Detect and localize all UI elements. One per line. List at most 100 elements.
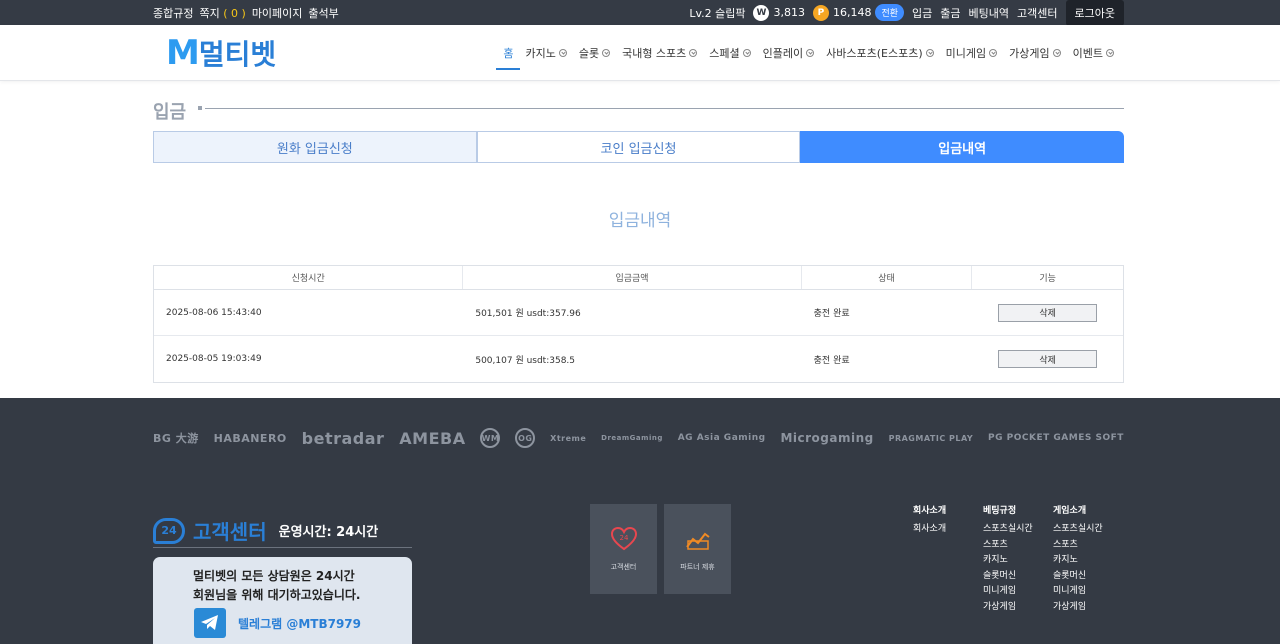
nav-special[interactable]: 스페셜 xyxy=(709,25,751,81)
table-row: 2025-08-05 19:03:49 500,107 원 usdt:358.5… xyxy=(154,336,1123,382)
delete-button[interactable]: 삭제 xyxy=(998,303,1098,322)
column-header-amount: 입금금액 xyxy=(463,266,802,289)
chevron-down-icon xyxy=(558,49,567,57)
footer-link[interactable]: 스포츠 xyxy=(983,537,1033,553)
footer-link[interactable]: 스포츠실시간 xyxy=(983,521,1033,537)
mypage-link[interactable]: 마이페이지 xyxy=(252,5,303,21)
tab-coin-deposit[interactable]: 코인 입금신청 xyxy=(476,131,801,163)
logout-button[interactable]: 로그아웃 xyxy=(1065,0,1124,26)
nav-casino[interactable]: 카지노 xyxy=(525,25,567,81)
nav-label: 스페셜 xyxy=(709,47,740,60)
tab-deposit-history[interactable]: 입금내역 xyxy=(800,131,1125,163)
footer-link[interactable]: 슬롯머신 xyxy=(983,568,1033,584)
customer-center-divider xyxy=(153,547,412,548)
footer-link[interactable]: 슬롯머신 xyxy=(1053,568,1103,584)
support-heart-icon: 24 xyxy=(610,526,637,552)
nav-domestic-sports[interactable]: 국내형 스포츠 xyxy=(622,25,698,81)
deposit-link[interactable]: 입금 xyxy=(912,5,932,21)
footer-partner-label: 파트너 제휴 xyxy=(680,563,715,571)
provider-logo-bg: BG 大游 xyxy=(153,432,199,445)
chevron-down-icon xyxy=(1052,49,1061,57)
p-points-value: 16,148 xyxy=(832,6,872,19)
nav-minigame[interactable]: 미니게임 xyxy=(946,25,998,81)
provider-logo-xtreme: Xtreme xyxy=(550,433,587,443)
logo-text: 멀티벳 xyxy=(198,38,277,71)
chevron-down-icon xyxy=(742,49,751,57)
footer-link[interactable]: 가상게임 xyxy=(983,599,1033,615)
support-link[interactable]: 고객센터 xyxy=(1017,5,1057,21)
main-nav: 홈 카지노 슬롯 국내형 스포츠 스페셜 인플레이 사바스포츠(E스포츠) 미니… xyxy=(496,25,1114,81)
table-row: 2025-08-06 15:43:40 501,501 원 usdt:357.9… xyxy=(154,290,1123,336)
footer-column-rules: 베팅규정 스포츠실시간 스포츠 카지노 슬롯머신 미니게임 가상게임 xyxy=(983,503,1033,614)
footer-partner-button[interactable]: 파트너 제휴 xyxy=(664,504,731,594)
w-points: W 3,813 xyxy=(753,4,805,21)
footer-support-label: 고객센터 xyxy=(610,563,637,571)
logo-mark: M xyxy=(166,33,200,73)
provider-logo-wm: WM xyxy=(480,428,501,448)
cell-amount: 500,107 원 usdt:358.5 xyxy=(475,355,576,366)
provider-logo-ameba: AMEBA xyxy=(399,428,466,448)
column-header-action: 기능 xyxy=(1039,274,1056,284)
chevron-down-icon xyxy=(689,49,698,57)
provider-logos: BG 大游 HABANERO betradar AMEBA WM OG Xtre… xyxy=(153,426,1124,450)
telegram-link[interactable]: 텔레그램 @MTB7979 xyxy=(238,615,361,632)
provider-logo-habanero: HABANERO xyxy=(213,431,287,445)
chevron-down-icon xyxy=(602,49,611,57)
nav-event[interactable]: 이벤트 xyxy=(1073,25,1114,81)
top-bar-right: Lv.2 슬립팍 W 3,813 P 16,148 전환 입금 출금 베팅내역 … xyxy=(689,0,1124,26)
nav-inplay[interactable]: 인플레이 xyxy=(762,25,815,81)
provider-logo-og: OG xyxy=(515,428,536,448)
footer-link[interactable]: 미니게임 xyxy=(983,583,1033,599)
telegram-icon[interactable] xyxy=(194,608,226,638)
column-header-time: 신청시간 xyxy=(154,266,464,289)
chevron-down-icon xyxy=(1106,49,1114,57)
chevron-down-icon xyxy=(925,49,934,57)
betting-history-link[interactable]: 베팅내역 xyxy=(969,5,1009,21)
cell-status: 충전 완료 xyxy=(813,309,850,319)
nav-label: 인플레이 xyxy=(762,47,804,60)
w-coin-icon: W xyxy=(753,4,770,21)
provider-logo-pg: PG POCKET GAMES SOFT xyxy=(988,433,1124,443)
customer-center-box: 멀티벳의 모든 상담원은 24시간 회원님을 위해 대기하고있습니다. 텔레그램… xyxy=(153,557,412,644)
attendance-link[interactable]: 출석부 xyxy=(308,5,338,21)
delete-button[interactable]: 삭제 xyxy=(998,350,1098,368)
customer-center-title: 고객센터 xyxy=(193,520,267,544)
withdraw-link[interactable]: 출금 xyxy=(940,5,960,21)
footer-link[interactable]: 회사소개 xyxy=(913,521,946,537)
cell-time: 2025-08-05 19:03:49 xyxy=(166,354,262,364)
main-header: M 멀티벳 홈 카지노 슬롯 국내형 스포츠 스페셜 인플레이 사바스포츠(E스… xyxy=(0,25,1280,81)
top-bar: 종합규정 쪽지 ( 0 ) 마이페이지 출석부 Lv.2 슬립팍 W 3,813… xyxy=(0,0,1280,26)
deposit-history-table: 신청시간 입금금액 상태 기능 2025-08-06 15:43:40 501,… xyxy=(153,265,1124,383)
nav-virtual-game[interactable]: 가상게임 xyxy=(1009,25,1061,81)
provider-logo-pragmatic: PRAGMATIC PLAY xyxy=(888,433,974,443)
support-24-icon: 24 xyxy=(153,517,185,544)
provider-logo-ag: AG Asia Gaming xyxy=(677,433,766,443)
nav-saba-sports[interactable]: 사바스포츠(E스포츠) xyxy=(826,25,934,81)
footer-column-title: 게임소개 xyxy=(1053,506,1087,516)
tab-krw-deposit[interactable]: 원화 입금신청 xyxy=(153,131,477,163)
footer-link[interactable]: 가상게임 xyxy=(1053,599,1103,615)
convert-button[interactable]: 전환 xyxy=(875,4,905,21)
divider-dot xyxy=(198,106,202,110)
provider-logo-betradar: betradar xyxy=(301,428,385,448)
footer-link[interactable]: 카지노 xyxy=(1053,552,1103,568)
messages-link[interactable]: 쪽지 ( 0 ) xyxy=(199,5,245,21)
cs-message-line2: 회원님을 위해 대기하고있습니다. xyxy=(193,588,361,602)
footer-column-title: 베팅규정 xyxy=(983,506,1017,516)
footer-link[interactable]: 미니게임 xyxy=(1053,583,1103,599)
user-level: Lv.2 슬립팍 xyxy=(689,6,746,20)
footer-support-button[interactable]: 24 고객센터 xyxy=(590,504,657,594)
footer-column-company: 회사소개 회사소개 xyxy=(913,503,946,537)
footer-column-games: 게임소개 스포츠실시간 스포츠 카지노 슬롯머신 미니게임 가상게임 xyxy=(1053,503,1103,614)
nav-slot[interactable]: 슬롯 xyxy=(578,25,611,81)
nav-label: 이벤트 xyxy=(1072,47,1103,60)
nav-label: 사바스포츠(E스포츠) xyxy=(826,47,923,60)
footer-link[interactable]: 카지노 xyxy=(983,552,1033,568)
top-bar-left: 종합규정 쪽지 ( 0 ) 마이페이지 출석부 xyxy=(153,0,339,25)
footer-link[interactable]: 스포츠 xyxy=(1053,537,1103,553)
site-logo[interactable]: M 멀티벳 xyxy=(166,33,276,73)
nav-label: 슬롯 xyxy=(578,47,600,60)
footer-link[interactable]: 스포츠실시간 xyxy=(1053,521,1103,537)
nav-home[interactable]: 홈 xyxy=(496,25,521,81)
rules-link[interactable]: 종합규정 xyxy=(153,5,193,21)
